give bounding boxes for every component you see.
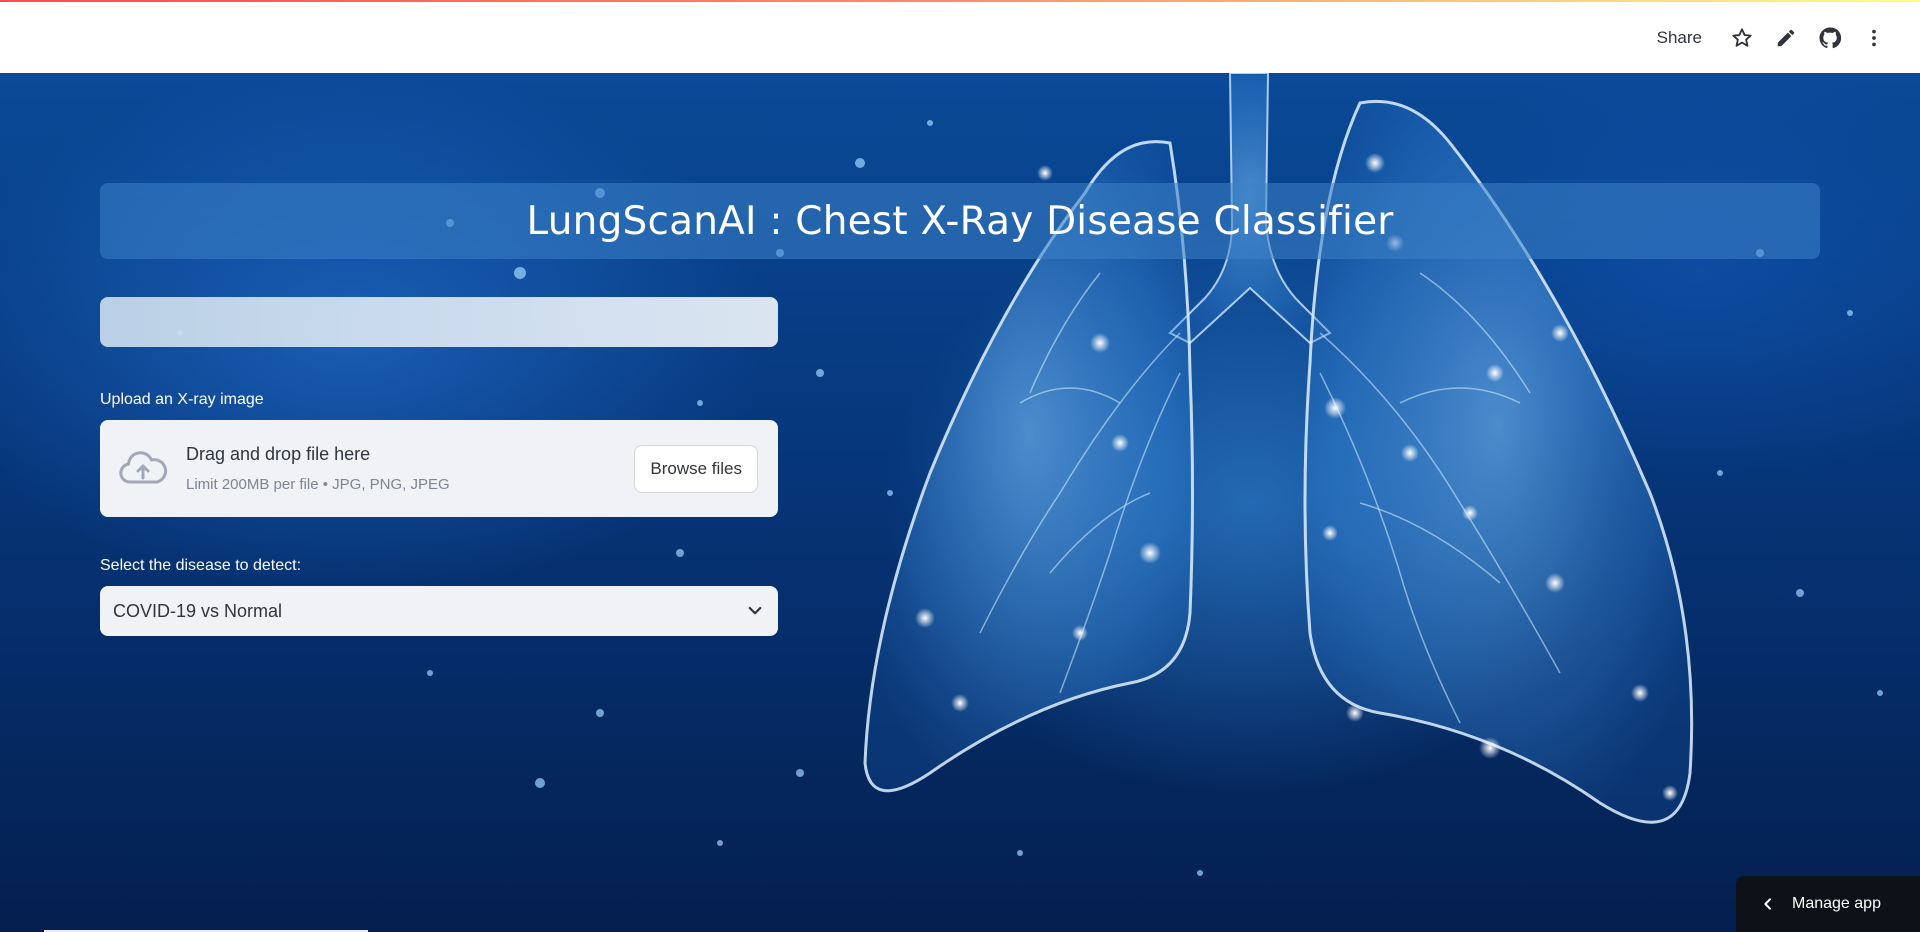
more-vertical-icon[interactable] [1852,16,1896,60]
header-actions: Share [1647,2,1896,73]
manage-app-button[interactable]: Manage app [1736,876,1920,932]
disease-select-value: COVID-19 vs Normal [113,600,283,621]
star-icon[interactable] [1720,16,1764,60]
share-button[interactable]: Share [1647,20,1712,56]
title-banner: LungScanAI : Chest X-Ray Disease Classif… [100,183,1820,259]
app-header: Share [0,2,1920,73]
file-uploader-dropzone[interactable]: Drag and drop file here Limit 200MB per … [100,420,778,517]
github-icon[interactable] [1808,16,1852,60]
cloud-upload-icon [119,451,168,484]
uploader-label: Upload an X-ray image [100,391,264,408]
dropzone-hint: Limit 200MB per file • JPG, PNG, JPEG [186,476,450,493]
page-title: LungScanAI : Chest X-Ray Disease Classif… [526,198,1394,244]
browse-files-button[interactable]: Browse files [634,445,758,493]
dropzone-title: Drag and drop file here [186,444,371,464]
app-root: Share LungScanAI: Chest X-Ray Disease C… [0,0,1920,932]
disease-select[interactable]: COVID-19 vs Normal [100,586,778,636]
chevron-left-icon [1764,898,1771,910]
empty-placeholder-bar [100,297,778,347]
manage-app-label: Manage app [1792,895,1881,912]
chevron-down-icon [748,606,762,615]
background-image-lungs: LungScanAI : Chest X-Ray Disease Classif… [0,73,1920,932]
disease-select-label: Select the disease to detect: [100,557,302,574]
pencil-icon[interactable] [1764,16,1808,60]
